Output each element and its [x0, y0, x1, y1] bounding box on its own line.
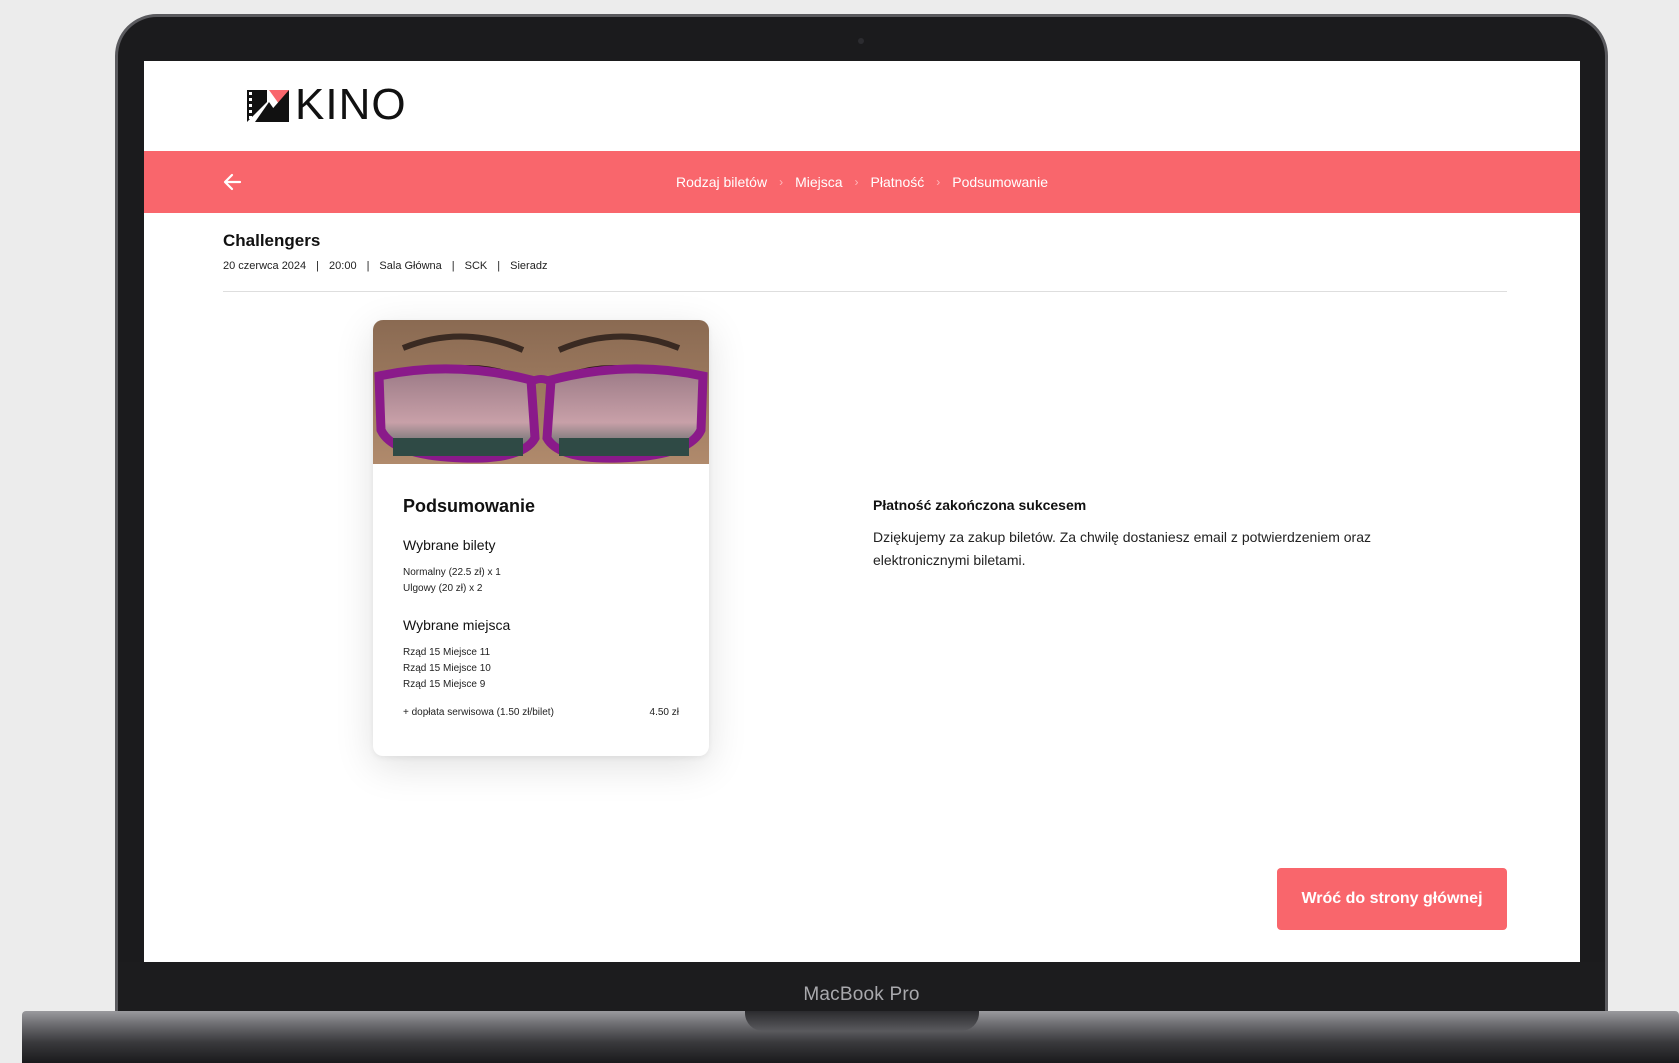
- list-item: Rząd 15 Miejsce 11: [403, 647, 491, 658]
- meta-separator: |: [497, 260, 501, 272]
- logo-mark-icon: [247, 90, 289, 122]
- movie-city: Sieradz: [510, 260, 548, 272]
- tickets-heading: Wybrane bilety: [403, 537, 496, 553]
- meta-separator: |: [366, 260, 370, 272]
- meta-separator: |: [316, 260, 320, 272]
- success-title: Płatność zakończona sukcesem: [873, 497, 1087, 513]
- movie-meta: 20 czerwca 2024 | 20:00 | Sala Główna | …: [223, 260, 547, 272]
- back-to-home-button[interactable]: Wróć do strony głównej: [1277, 868, 1507, 930]
- device-label: MacBook Pro: [803, 984, 920, 1005]
- movie-venue: SCK: [464, 260, 488, 272]
- service-fee-label: + dopłata serwisowa (1.50 zł/bilet): [403, 707, 554, 718]
- logo[interactable]: KINO: [247, 83, 407, 127]
- movie-title: Challengers: [223, 231, 321, 250]
- divider: [223, 291, 1507, 292]
- movie-hall: Sala Główna: [379, 260, 442, 272]
- list-item: Rząd 15 Miejsce 10: [403, 663, 491, 674]
- step-payment[interactable]: Płatność: [871, 174, 925, 190]
- success-text: Dziękujemy za zakup biletów. Za chwilę d…: [873, 529, 1371, 568]
- movie-date: 20 czerwca 2024: [223, 260, 307, 272]
- success-message: Płatność zakończona sukcesem Dziękujemy …: [873, 497, 1433, 572]
- list-item: Normalny (22.5 zł) x 1: [403, 567, 501, 578]
- chevron-right-icon: ›: [936, 175, 941, 189]
- stage: KINO Rodzaj biletów › Miejsca › Płatność…: [0, 0, 1679, 1063]
- seats-heading: Wybrane miejsca: [403, 617, 511, 633]
- step-seats[interactable]: Miejsca: [795, 174, 842, 190]
- tickets-list: Normalny (22.5 zł) x 1 Ulgowy (20 zł) x …: [403, 565, 679, 597]
- laptop-notch: [745, 1011, 979, 1031]
- movie-time: 20:00: [329, 260, 357, 272]
- steps-bar: Rodzaj biletów › Miejsca › Płatność › Po…: [144, 151, 1580, 213]
- site-header: KINO: [144, 61, 1580, 151]
- breadcrumb: Rodzaj biletów › Miejsca › Płatność › Po…: [144, 151, 1580, 213]
- list-item: Ulgowy (20 zł) x 2: [403, 583, 483, 594]
- step-summary[interactable]: Podsumowanie: [952, 174, 1048, 190]
- summary-title: Podsumowanie: [403, 496, 536, 516]
- seats-list: Rząd 15 Miejsce 11 Rząd 15 Miejsce 10 Rz…: [403, 645, 679, 693]
- screen: KINO Rodzaj biletów › Miejsca › Płatność…: [144, 61, 1580, 962]
- chevron-right-icon: ›: [779, 175, 784, 189]
- list-item: Rząd 15 Miejsce 9: [403, 679, 486, 690]
- camera-icon: [858, 38, 864, 44]
- summary-body: Podsumowanie Wybrane bilety Normalny (22…: [373, 464, 709, 718]
- logo-text: KINO: [295, 80, 407, 129]
- meta-separator: |: [451, 260, 455, 272]
- service-fee-row: + dopłata serwisowa (1.50 zł/bilet) 4.50…: [403, 707, 679, 718]
- movie-poster-image: [373, 320, 709, 464]
- step-ticket-type[interactable]: Rodzaj biletów: [676, 174, 767, 190]
- service-fee-value: 4.50 zł: [649, 707, 679, 718]
- movie-info: Challengers 20 czerwca 2024 | 20:00 | Sa…: [223, 231, 547, 272]
- back-arrow-icon[interactable]: [220, 169, 246, 195]
- summary-card: Podsumowanie Wybrane bilety Normalny (22…: [373, 320, 709, 756]
- chevron-right-icon: ›: [854, 175, 859, 189]
